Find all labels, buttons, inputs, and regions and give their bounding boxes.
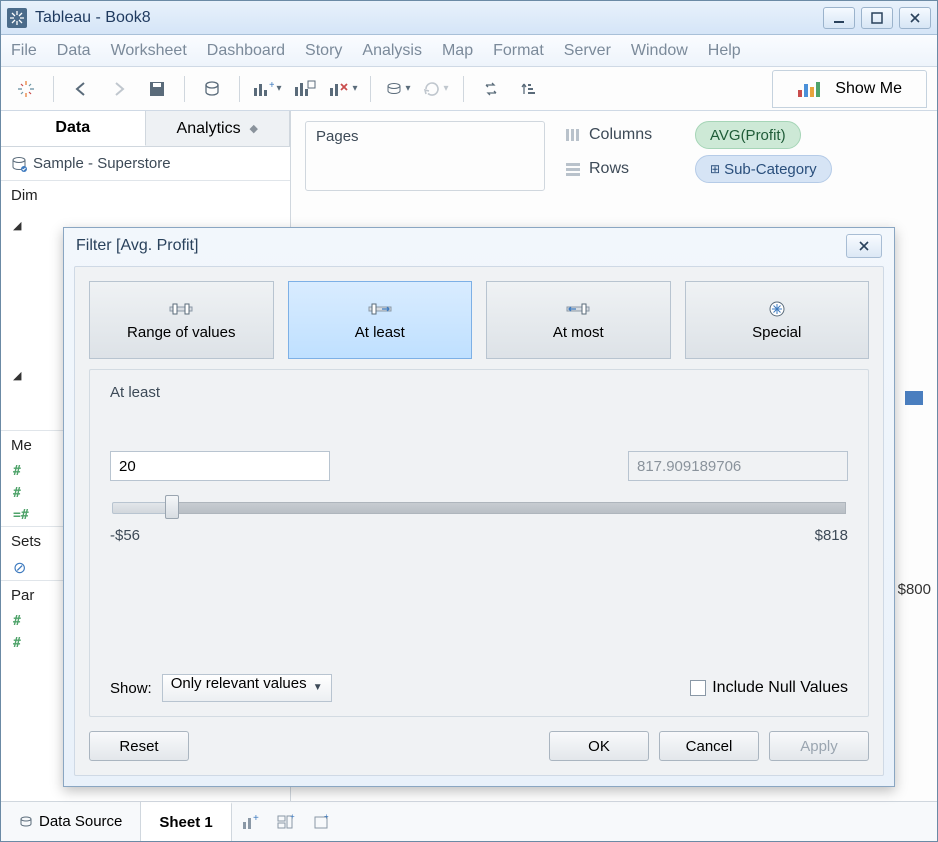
tableau-logo-icon — [7, 8, 27, 28]
run-button[interactable]: ▾ — [421, 74, 451, 104]
show-dropdown[interactable]: Only relevant values — [162, 674, 332, 702]
back-button[interactable] — [66, 74, 96, 104]
menu-format[interactable]: Format — [493, 42, 544, 60]
mode-at-least[interactable]: At least — [288, 281, 473, 359]
range-panel-title: At least — [110, 384, 848, 401]
sheet-tabs-bar: Data Source Sheet 1 + + + — [1, 801, 937, 841]
mode-at-most[interactable]: At most — [486, 281, 671, 359]
forward-button[interactable] — [104, 74, 134, 104]
svg-text:+: + — [269, 80, 274, 91]
save-button[interactable] — [142, 74, 172, 104]
columns-pill[interactable]: AVG(Profit) — [695, 121, 801, 149]
filter-dialog: Filter [Avg. Profit] Range of values At … — [63, 227, 895, 787]
datasource-label: Sample - Superstore — [33, 155, 171, 172]
atmost-icon — [566, 300, 590, 318]
swap-button[interactable] — [476, 74, 506, 104]
menu-help[interactable]: Help — [708, 42, 741, 60]
slider-handle[interactable] — [165, 495, 179, 519]
autoupdate-button[interactable]: ▾ — [383, 74, 413, 104]
chart-mark — [905, 391, 923, 405]
rows-pill[interactable]: ⊞Sub-Category — [695, 155, 832, 183]
new-dashboard-icon[interactable]: + — [268, 814, 304, 830]
mode-range-of-values[interactable]: Range of values — [89, 281, 274, 359]
menu-dashboard[interactable]: Dashboard — [207, 42, 285, 60]
dimensions-header: Dim — [1, 180, 290, 210]
menu-data[interactable]: Data — [57, 42, 91, 60]
datasource-tab-icon — [19, 815, 33, 829]
maximize-button[interactable] — [861, 7, 893, 29]
toolbar: +▾ ▾ ▾ ▾ Show Me — [1, 67, 937, 111]
duplicate-sheet-button[interactable] — [290, 74, 320, 104]
titlebar: Tableau - Book8 — [1, 1, 937, 35]
slider-min-label: -$56 — [110, 527, 140, 544]
mode-special[interactable]: Special — [685, 281, 870, 359]
max-value-display — [628, 451, 848, 481]
sheet-tab[interactable]: Sheet 1 — [141, 802, 231, 841]
svg-text:+: + — [253, 814, 259, 824]
datasource-button[interactable] — [197, 74, 227, 104]
menu-window[interactable]: Window — [631, 42, 688, 60]
close-icon — [858, 240, 870, 252]
close-button[interactable] — [899, 7, 931, 29]
menu-analysis[interactable]: Analysis — [362, 42, 422, 60]
new-worksheet-icon[interactable]: + — [232, 814, 268, 830]
new-story-icon[interactable]: + — [304, 814, 340, 830]
sort-asc-button[interactable] — [514, 74, 544, 104]
show-label: Show: — [110, 680, 152, 697]
columns-icon — [565, 128, 581, 142]
ok-button[interactable]: OK — [549, 731, 649, 761]
datasource-item[interactable]: Sample - Superstore — [1, 147, 290, 180]
app-window: Tableau - Book8 File Data Worksheet Dash… — [0, 0, 938, 842]
range-slider[interactable] — [112, 495, 846, 521]
show-me-label: Show Me — [835, 80, 902, 98]
window-title: Tableau - Book8 — [35, 9, 823, 27]
atleast-icon — [368, 300, 392, 318]
menu-map[interactable]: Map — [442, 42, 473, 60]
min-value-input[interactable] — [110, 451, 330, 481]
include-null-checkbox[interactable] — [690, 680, 706, 696]
menu-worksheet[interactable]: Worksheet — [111, 42, 187, 60]
menu-server[interactable]: Server — [564, 42, 611, 60]
dialog-close-button[interactable] — [846, 234, 882, 258]
rows-icon — [565, 162, 581, 176]
dialog-titlebar: Filter [Avg. Profit] — [64, 228, 894, 264]
menu-story[interactable]: Story — [305, 42, 342, 60]
range-panel: At least -$56 $818 Show: Only relevant v… — [89, 369, 869, 717]
datasource-icon — [11, 156, 27, 172]
tab-analytics[interactable]: Analytics ◆ — [146, 111, 291, 146]
menu-file[interactable]: File — [11, 42, 37, 60]
slider-max-label: $818 — [815, 527, 848, 544]
tableau-icon[interactable] — [11, 74, 41, 104]
tab-data[interactable]: Data — [1, 111, 146, 146]
cancel-button[interactable]: Cancel — [659, 731, 759, 761]
new-worksheet-button[interactable]: +▾ — [252, 74, 282, 104]
show-me-button[interactable]: Show Me — [772, 70, 927, 108]
svg-text:+: + — [290, 814, 295, 821]
apply-button[interactable]: Apply — [769, 731, 869, 761]
menubar: File Data Worksheet Dashboard Story Anal… — [1, 35, 937, 67]
dialog-title: Filter [Avg. Profit] — [76, 237, 198, 255]
rows-shelf-label: Rows — [565, 160, 695, 178]
svg-text:+: + — [324, 814, 329, 821]
pages-shelf[interactable]: Pages — [305, 121, 545, 191]
reset-button[interactable]: Reset — [89, 731, 189, 761]
showme-icon — [797, 80, 825, 98]
axis-tick: $800 — [898, 581, 931, 598]
special-icon — [765, 300, 789, 318]
datasource-tab[interactable]: Data Source — [1, 802, 141, 841]
include-null-label: Include Null Values — [712, 679, 848, 697]
minimize-button[interactable] — [823, 7, 855, 29]
clear-sheet-button[interactable]: ▾ — [328, 74, 358, 104]
columns-shelf-label: Columns — [565, 126, 695, 144]
range-icon — [169, 300, 193, 318]
